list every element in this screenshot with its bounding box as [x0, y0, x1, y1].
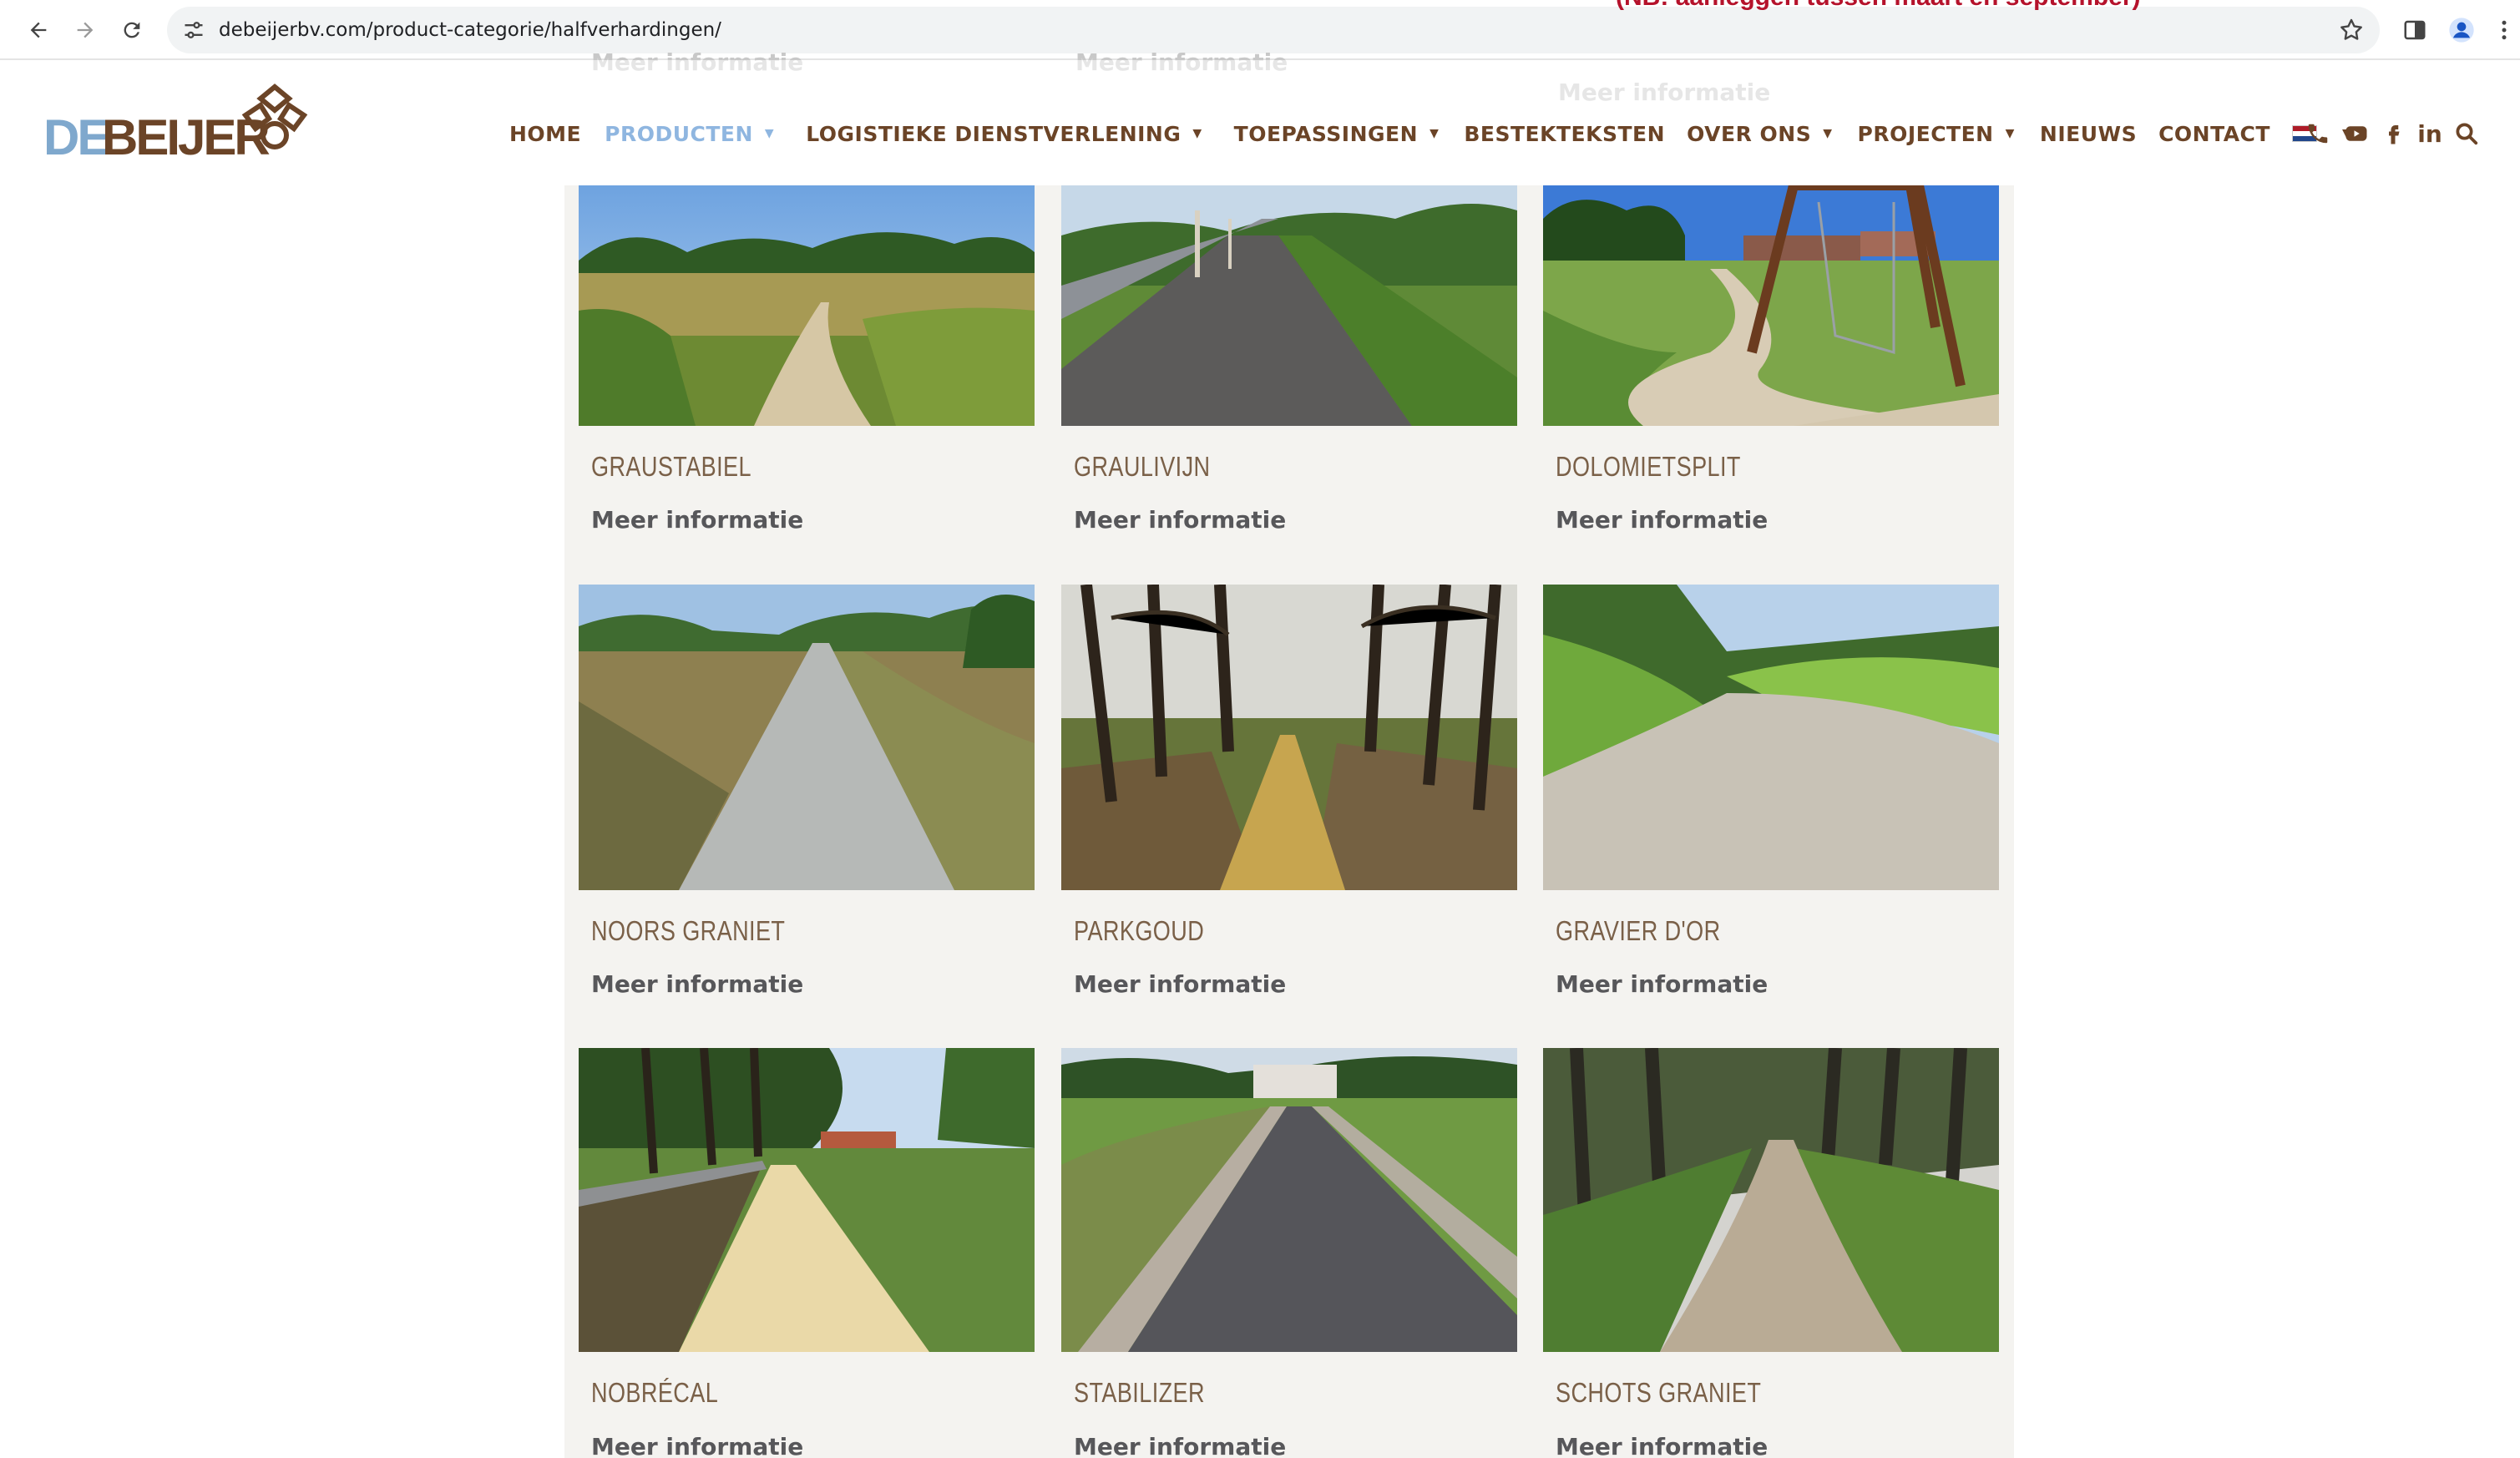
nav-label: LOGISTIEKE DIENSTVERLENING: [806, 121, 1182, 146]
product-card-graulivijn[interactable]: GRAULIVIJN Meer informatie: [1061, 185, 1517, 534]
product-title[interactable]: NOBRÉCAL: [591, 1377, 718, 1409]
nav-item-logistieke-dienstverlening[interactable]: LOGISTIEKE DIENSTVERLENING ▼: [806, 122, 1202, 146]
product-title[interactable]: STABILIZER: [1074, 1377, 1205, 1409]
bookmark-star-icon[interactable]: [2338, 17, 2365, 43]
nav-item-producten[interactable]: PRODUCTEN ▼: [605, 122, 774, 146]
nav-label: PRODUCTEN: [605, 121, 753, 146]
product-title[interactable]: GRAVIER D'OR: [1556, 915, 1721, 947]
product-title[interactable]: NOORS GRANIET: [591, 915, 785, 947]
profile-avatar-icon: [2449, 18, 2474, 43]
product-photo[interactable]: [579, 1048, 1035, 1352]
forward-arrow-icon: [77, 22, 94, 38]
product-title[interactable]: PARKGOUD: [1074, 915, 1204, 947]
reload-button[interactable]: [114, 12, 150, 48]
site-logo[interactable]: DE BEIJER: [43, 80, 311, 165]
product-card-parkgoud[interactable]: PARKGOUD Meer informatie: [1061, 585, 1517, 998]
reload-icon: [124, 22, 140, 38]
url-text[interactable]: debeijerbv.com/product-categorie/halfver…: [219, 19, 721, 41]
forward-button[interactable]: [67, 12, 104, 48]
nav-label: HOME: [509, 121, 582, 146]
linkedin-link[interactable]: in: [2413, 117, 2447, 150]
product-card-dolomietsplit[interactable]: DOLOMIETSPLIT Meer informatie: [1543, 185, 1999, 534]
search-button[interactable]: [2450, 117, 2483, 150]
product-card-stabilizer[interactable]: STABILIZER Meer informatie: [1061, 1048, 1517, 1458]
facebook-link[interactable]: [2376, 117, 2410, 150]
dropdown-caret-icon: ▼: [1192, 127, 1202, 140]
product-title[interactable]: GRAUSTABIEL: [591, 451, 751, 483]
profile-button[interactable]: [2445, 13, 2478, 47]
more-info-link[interactable]: Meer informatie: [1074, 506, 1286, 534]
main-navigation: HOME PRODUCTEN ▼ LOGISTIEKE DIENSTVERLENI…: [509, 119, 2351, 149]
more-info-link[interactable]: Meer informatie: [1074, 1433, 1286, 1458]
product-photo[interactable]: [1543, 585, 1999, 890]
nav-label: CONTACT: [2158, 121, 2270, 146]
product-photo[interactable]: [1061, 1048, 1517, 1352]
nav-item-over-ons[interactable]: OVER ONS ▼: [1687, 122, 1832, 146]
product-photo[interactable]: [1543, 185, 1999, 426]
nav-item-nieuws[interactable]: NIEUWS: [2040, 122, 2137, 146]
product-photo[interactable]: [1061, 185, 1517, 426]
browser-menu-button[interactable]: [2492, 13, 2517, 47]
dropdown-caret-icon: ▼: [1823, 127, 1833, 140]
nav-item-home[interactable]: HOME: [509, 122, 581, 146]
phone-icon: [2308, 124, 2328, 144]
nav-label: OVER ONS: [1687, 121, 1812, 146]
announcement-banner-fragment: (NB: aanleggen tussen maart en september…: [1616, 0, 2141, 12]
nav-label: PROJECTEN: [1857, 121, 1994, 146]
product-photo[interactable]: [1543, 1048, 1999, 1352]
nav-item-toepassingen[interactable]: TOEPASSINGEN ▼: [1234, 122, 1440, 146]
dropdown-caret-icon: ▼: [2005, 127, 2015, 140]
youtube-link[interactable]: [2340, 117, 2373, 150]
nav-label: TOEPASSINGEN: [1233, 121, 1419, 146]
logo-flower-icon: [241, 84, 308, 149]
search-icon: [2456, 123, 2478, 145]
product-title[interactable]: GRAULIVIJN: [1074, 451, 1210, 483]
dropdown-caret-icon: ▼: [764, 127, 775, 140]
site-settings-icon[interactable]: [182, 18, 205, 42]
product-card-schots-graniet[interactable]: SCHOTS GRANIET Meer informatie: [1543, 1048, 1999, 1458]
facebook-icon: [2389, 125, 2400, 144]
address-bar[interactable]: debeijerbv.com/product-categorie/halfver…: [167, 7, 2380, 53]
nav-label: BESTEKTEKSTEN: [1464, 121, 1666, 146]
product-card-gravier-dor[interactable]: GRAVIER D'OR Meer informatie: [1543, 585, 1999, 998]
more-info-link[interactable]: Meer informatie: [1556, 1433, 1768, 1458]
linkedin-icon: in: [2417, 119, 2442, 148]
product-photo[interactable]: [579, 185, 1035, 426]
more-info-link[interactable]: Meer informatie: [591, 1433, 803, 1458]
more-info-link[interactable]: Meer informatie: [591, 970, 803, 998]
product-photo[interactable]: [1061, 585, 1517, 890]
product-title[interactable]: SCHOTS GRANIET: [1556, 1377, 1761, 1409]
product-card-nobrecal[interactable]: NOBRÉCAL Meer informatie: [579, 1048, 1035, 1458]
side-panel-button[interactable]: [2398, 13, 2431, 47]
kebab-menu-icon: [2502, 20, 2507, 40]
phone-link[interactable]: [2301, 117, 2335, 150]
more-info-link[interactable]: Meer informatie: [591, 506, 803, 534]
product-card-graustabiel[interactable]: GRAUSTABIEL Meer informatie: [579, 185, 1035, 534]
dropdown-caret-icon: ▼: [1430, 127, 1440, 140]
logo-text-de: DE: [43, 109, 110, 165]
nav-item-contact[interactable]: CONTACT: [2158, 122, 2270, 146]
nav-item-bestekteksten[interactable]: BESTEKTEKSTEN: [1464, 122, 1665, 146]
product-card-noors-graniet[interactable]: NOORS GRANIET Meer informatie: [579, 585, 1035, 998]
more-info-link[interactable]: Meer informatie: [1074, 970, 1286, 998]
side-panel-icon: [2404, 20, 2426, 40]
back-arrow-icon: [30, 22, 47, 38]
product-photo[interactable]: [579, 585, 1035, 890]
youtube-icon: [2345, 126, 2367, 141]
nav-label: NIEUWS: [2039, 121, 2138, 146]
product-title[interactable]: DOLOMIETSPLIT: [1556, 451, 1741, 483]
nav-item-projecten[interactable]: PROJECTEN ▼: [1858, 122, 2015, 146]
more-info-link[interactable]: Meer informatie: [1556, 506, 1768, 534]
back-button[interactable]: [20, 12, 57, 48]
more-info-link[interactable]: Meer informatie: [1556, 970, 1768, 998]
